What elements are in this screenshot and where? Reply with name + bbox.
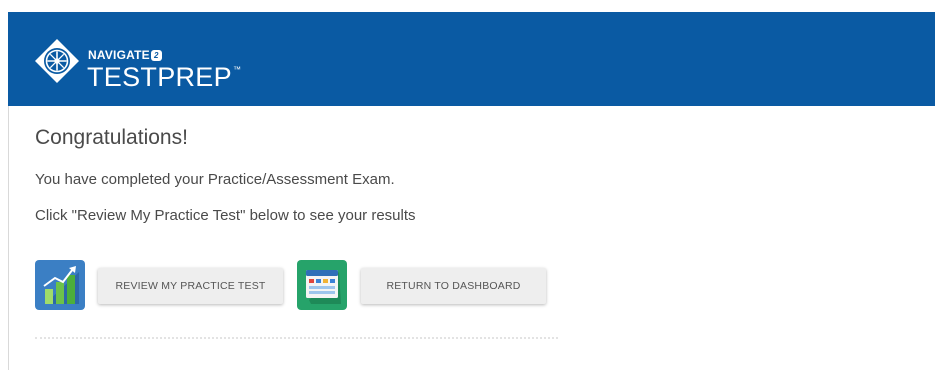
dotted-divider <box>35 337 558 339</box>
content-left-border <box>8 106 9 370</box>
review-practice-test-button[interactable]: REVIEW MY PRACTICE TEST <box>98 268 283 304</box>
page-title: Congratulations! <box>35 126 188 149</box>
completion-message: You have completed your Practice/Assessm… <box>35 171 395 188</box>
bar-chart-icon <box>43 266 79 304</box>
brand-badge: 2 <box>150 50 162 61</box>
review-tile[interactable] <box>35 260 85 310</box>
brand-testprep: TESTPREP™ <box>87 62 242 92</box>
review-instruction: Click "Review My Practice Test" below to… <box>35 207 416 224</box>
compass-logo-icon <box>35 39 79 83</box>
brand-navigate: NAVIGATE 2 <box>88 48 162 62</box>
dashboard-icon <box>306 270 341 304</box>
app-header: NAVIGATE 2 TESTPREP™ <box>8 12 935 106</box>
return-to-dashboard-button[interactable]: RETURN TO DASHBOARD <box>361 268 546 304</box>
dashboard-tile[interactable] <box>297 260 347 310</box>
trademark-symbol: ™ <box>232 65 242 74</box>
